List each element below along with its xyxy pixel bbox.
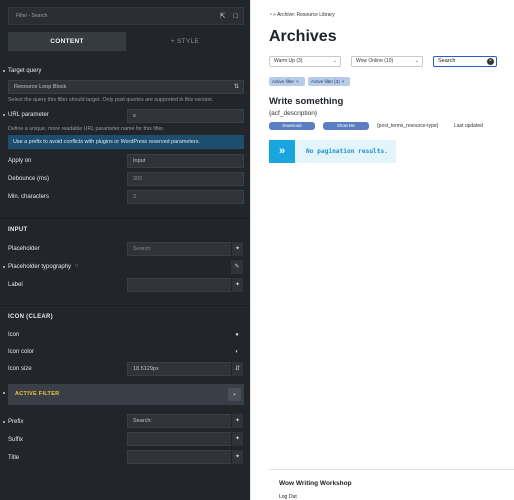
target-query-help: Select the query this filter should targ…: [8, 97, 214, 103]
responsive-icon: □: [75, 263, 79, 269]
panel-divider: [250, 0, 251, 500]
title-input[interactable]: [127, 450, 232, 464]
debounce-label: Debounce (ms): [8, 176, 50, 182]
prefix-label: Prefix: [2, 419, 24, 425]
title-label: Title: [8, 455, 20, 461]
post-title[interactable]: Write something: [269, 96, 343, 107]
units-icon[interactable]: ⇵: [231, 362, 243, 376]
edit-pencil-icon[interactable]: ✎: [231, 260, 243, 274]
select-arrows-icon[interactable]: ⇅: [230, 80, 243, 94]
close-icon[interactable]: ×: [342, 79, 345, 84]
panel-header-title: Filter - Search: [16, 13, 48, 19]
active-filter-chip[interactable]: Active filter ×: [269, 77, 305, 86]
cursor-icon[interactable]: ⇱: [218, 12, 227, 21]
suffix-label: Suffix: [8, 437, 23, 443]
active-filter-heading: ACTIVE FILTER: [15, 391, 60, 397]
icon-label: Icon: [8, 332, 20, 338]
breadcrumb: • » Archive: Resource Library: [270, 12, 335, 18]
double-chevron-right-icon: »: [269, 140, 295, 163]
close-icon[interactable]: ×: [296, 79, 299, 84]
url-parameter-label: URL parameter: [3, 112, 49, 118]
placeholder-input[interactable]: Search: [127, 242, 232, 256]
active-filter-accordion[interactable]: ACTIVE FILTER ⌄: [8, 384, 244, 405]
url-parameter-input[interactable]: s: [127, 109, 244, 123]
warm-up-filter-value: Warm Up (3): [274, 58, 303, 64]
breadcrumb-current: Archive: Resource Library: [277, 12, 335, 18]
warm-up-filter-select[interactable]: Warm Up (3) ⌄: [269, 56, 341, 67]
panel-tabs: CONTENT + STYLE: [8, 32, 244, 51]
wow-online-filter-select[interactable]: Wow Online (10) ⌄: [351, 56, 423, 67]
apply-on-select[interactable]: Input: [127, 154, 244, 168]
post-terms: {post_terms_resource-type}: [377, 123, 439, 129]
min-characters-label: Min. characters: [8, 194, 50, 200]
wow-online-filter-value: Wow Online (10): [356, 58, 394, 64]
target-query-label: Target query: [2, 68, 42, 74]
min-characters-input[interactable]: 3: [127, 190, 244, 204]
post-updated: Last updated: [454, 123, 483, 129]
breadcrumb-separator: »: [273, 12, 276, 18]
tab-content[interactable]: CONTENT: [8, 32, 126, 51]
input-section-heading: INPUT: [8, 227, 28, 233]
placeholder-label: Placeholder: [8, 246, 40, 252]
page-preview: • » Archive: Resource Library Archives W…: [250, 0, 514, 500]
search-input-value: Search: [438, 58, 456, 64]
show-me-button[interactable]: Show Me: [323, 122, 369, 130]
apply-on-label: Apply on: [8, 158, 32, 164]
icon-picker-icon[interactable]: ●: [231, 328, 243, 342]
dynamic-data-icon[interactable]: ✦: [231, 242, 243, 256]
search-input[interactable]: Search ×: [433, 56, 497, 67]
dynamic-data-icon[interactable]: ✦: [231, 278, 243, 292]
footer-title: Wow Writing Workshop: [279, 480, 352, 487]
suffix-input[interactable]: [127, 432, 232, 446]
debounce-input[interactable]: 300: [127, 172, 244, 186]
dynamic-data-icon[interactable]: ✦: [231, 414, 243, 428]
panel-header: Filter - Search ⇱ □: [8, 7, 244, 25]
icon-section-heading: ICON (CLEAR): [8, 314, 53, 320]
post-description: {acf_description}: [269, 110, 318, 117]
url-parameter-help: Define a unique, more readable URL param…: [8, 126, 165, 132]
prefix-input[interactable]: Search:: [127, 414, 232, 428]
tab-style[interactable]: + STYLE: [126, 32, 244, 51]
breadcrumb-home[interactable]: •: [270, 12, 272, 18]
icon-size-label: Icon size: [8, 366, 32, 372]
color-picker-icon[interactable]: ◐: [231, 345, 243, 359]
logout-link[interactable]: Log Out: [279, 494, 297, 500]
footer-divider: [269, 469, 514, 470]
element-icon[interactable]: □: [231, 12, 240, 21]
download-button[interactable]: Download: [269, 122, 315, 130]
active-filter-chip[interactable]: Active filter (3) ×: [308, 77, 350, 86]
chevron-down-icon[interactable]: ⌄: [228, 388, 241, 401]
label-input[interactable]: [127, 278, 232, 292]
icon-color-label: Icon color: [8, 349, 35, 355]
page-title: Archives: [269, 28, 337, 45]
pagination-notice: » No pagination results.: [269, 140, 396, 163]
chevron-down-icon: ⌄: [332, 58, 337, 64]
icon-size-input[interactable]: 18.5129px: [127, 362, 232, 376]
section-divider: [0, 305, 250, 306]
target-query-select[interactable]: Resource Loop Block: [8, 80, 244, 94]
dynamic-data-icon[interactable]: ✦: [231, 450, 243, 464]
pagination-message: No pagination results.: [306, 148, 388, 155]
label-label: Label: [8, 282, 23, 288]
dynamic-data-icon[interactable]: ✦: [231, 432, 243, 446]
url-parameter-info: Use a prefix to avoid conflicts with plu…: [8, 135, 244, 149]
clear-icon[interactable]: ×: [487, 58, 494, 65]
placeholder-typography-label: Placeholder typography: [2, 264, 72, 270]
chevron-down-icon: ⌄: [414, 58, 419, 64]
editor-panel: Filter - Search ⇱ □ CONTENT + STYLE Targ…: [0, 0, 250, 500]
section-divider: [0, 218, 250, 219]
